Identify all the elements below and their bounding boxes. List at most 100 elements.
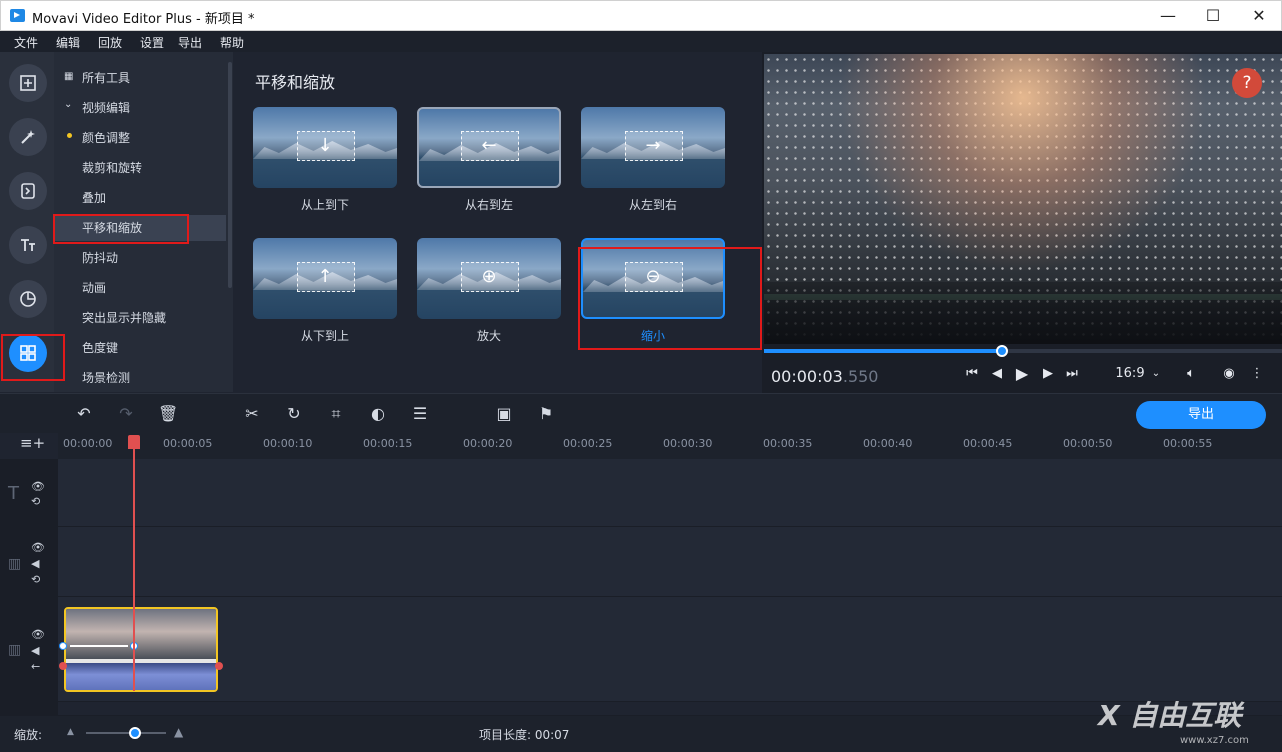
overlay-track-icon: ▥ [8,556,22,572]
zoom-out-small-icon[interactable]: ▲ [67,727,74,737]
overlay-track[interactable] [58,527,1282,597]
zoom-label: 缩放: [14,728,43,742]
ruler-tick-label: 00:00:40 [863,437,913,450]
tool-stabilization[interactable]: 防抖动 [82,249,118,266]
menu-edit[interactable]: 编辑 [56,34,80,51]
arrow-right-icon: → [645,135,661,156]
minimize-button[interactable]: — [1153,5,1183,27]
ruler-tick-label: 00:00:45 [963,437,1013,450]
title-track[interactable] [58,459,1282,527]
timecode: 00:00:03.550 [771,367,879,386]
clip-properties-icon[interactable]: ☰ [410,404,430,424]
more-options-icon[interactable]: ⋮ [1250,364,1264,384]
effect-right-to-left[interactable]: ← [417,107,561,188]
transition-icon[interactable] [9,172,47,210]
keyframe-start[interactable] [59,642,67,650]
chevron-down-icon[interactable]: ⌄ [64,99,72,110]
menu-help[interactable]: 帮助 [220,34,244,51]
tool-chroma-key[interactable]: 色度键 [82,339,118,356]
cut-icon[interactable]: ✂︎ [242,404,262,424]
active-dot-icon [67,133,72,138]
effect-label: 从上到下 [300,198,349,212]
close-button[interactable]: ✕ [1244,5,1274,27]
tool-overlay[interactable]: 叠加 [82,189,106,206]
visibility-eye-icon[interactable]: 👁︎ [31,480,45,493]
highlight-box-more-tools [1,334,65,381]
chevron-down-icon[interactable]: ⌄ [1150,364,1162,384]
tool-scene-detection[interactable]: 场景检测 [82,369,130,383]
volume-icon[interactable]: ◀︎ [31,557,39,570]
arrow-left-icon[interactable]: ← [31,660,40,673]
tool-video-editing[interactable]: 视频编辑 [82,99,130,116]
undo-icon[interactable]: ↶ [74,404,94,424]
tool-all-tools[interactable]: 所有工具 [82,69,130,86]
clip-fade-handle-right[interactable] [215,662,223,670]
tool-color-adjust[interactable]: 颜色调整 [82,129,130,146]
preview-video[interactable] [764,54,1282,344]
link-icon[interactable]: ⟲ [31,573,40,586]
menu-settings[interactable]: 设置 [140,34,164,51]
highlight-box-pan-zoom [53,214,189,244]
filters-icon[interactable] [9,280,47,318]
export-button[interactable]: 导出 [1136,401,1266,429]
visibility-eye-icon[interactable]: 👁︎ [31,628,45,641]
menu-bar: 文件 编辑 回放 设置 导出 帮助 [0,31,1282,52]
snapshot-icon[interactable]: ◉ [1218,364,1240,384]
tool-list-scrollbar[interactable] [228,62,232,288]
help-button[interactable]: ? [1232,68,1262,98]
play-icon[interactable]: ▶︎ [1012,364,1032,384]
menu-playback[interactable]: 回放 [98,34,122,51]
volume-icon[interactable]: ◀︎ [31,644,39,657]
aspect-ratio-select[interactable]: 16:9 [1110,364,1150,384]
add-track-icon[interactable]: ≡+ [20,434,45,452]
effect-bottom-to-top[interactable]: ↑ [253,238,397,319]
preview-progress-bar[interactable] [764,345,1282,357]
visibility-eye-icon[interactable]: 👁︎ [31,541,45,554]
zoom-in-icon: ⊕ [481,266,497,287]
zoom-slider-knob[interactable] [129,727,141,739]
ruler-tick-label: 00:00:15 [363,437,413,450]
effect-left-to-right[interactable]: → [581,107,725,188]
tool-highlight-conceal[interactable]: 突出显示并隐藏 [82,309,166,326]
maximize-button[interactable]: ☐ [1198,5,1228,27]
titles-icon[interactable] [9,226,47,264]
title-track-icon: T [8,483,19,504]
playhead-line[interactable] [133,436,135,691]
skip-start-icon[interactable]: ⏮ [963,364,981,384]
ruler-tick-label: 00:00:20 [463,437,513,450]
redo-icon[interactable]: ↷ [116,404,136,424]
tool-crop-rotate[interactable]: 裁剪和旋转 [82,159,142,176]
tool-animation[interactable]: 动画 [82,279,106,296]
clip-fade-handle-left[interactable] [59,662,67,670]
volume-icon[interactable]: 🔈︎ [1180,364,1202,384]
zoom-slider-track[interactable] [86,732,166,734]
arrow-left-icon: ← [481,135,497,156]
marker-flag-icon[interactable]: ⚑ [536,404,556,424]
menu-export[interactable]: 导出 [178,34,202,51]
media-bin-icon[interactable]: ▣ [494,404,514,424]
ruler-tick-label: 00:00:50 [1063,437,1113,450]
clip-thumbnail [66,609,216,659]
ruler-tick-label: 00:00:10 [263,437,313,450]
import-icon[interactable] [9,64,47,102]
crop-icon[interactable]: ⌗ [326,404,346,424]
ruler-tick-label: 00:00:30 [663,437,713,450]
main-video-track[interactable] [58,597,1282,702]
delete-icon[interactable]: 🗑︎ [158,404,178,424]
menu-file[interactable]: 文件 [14,34,38,51]
ruler-tick-label: 00:00:35 [763,437,813,450]
effect-label: 从右到左 [464,198,513,212]
app-window: Movavi Video Editor Plus - 新项目 * — ☐ ✕ 文… [0,0,1282,752]
color-adjust-icon[interactable]: ◐ [368,404,388,424]
skip-end-icon[interactable]: ⏭ [1063,364,1081,384]
edit-toolbar [0,393,1282,433]
link-icon[interactable]: ⟲ [31,495,40,508]
prev-frame-icon[interactable]: ◀︎ [988,364,1006,384]
effect-top-to-bottom[interactable]: ↓ [253,107,397,188]
zoom-in-large-icon[interactable]: ▲ [174,725,183,739]
next-frame-icon[interactable]: ▶︎ [1039,364,1057,384]
effect-zoom-in[interactable]: ⊕ [417,238,561,319]
video-clip[interactable] [64,607,218,692]
rotate-icon[interactable]: ↻ [284,404,304,424]
magic-wand-icon[interactable] [9,118,47,156]
